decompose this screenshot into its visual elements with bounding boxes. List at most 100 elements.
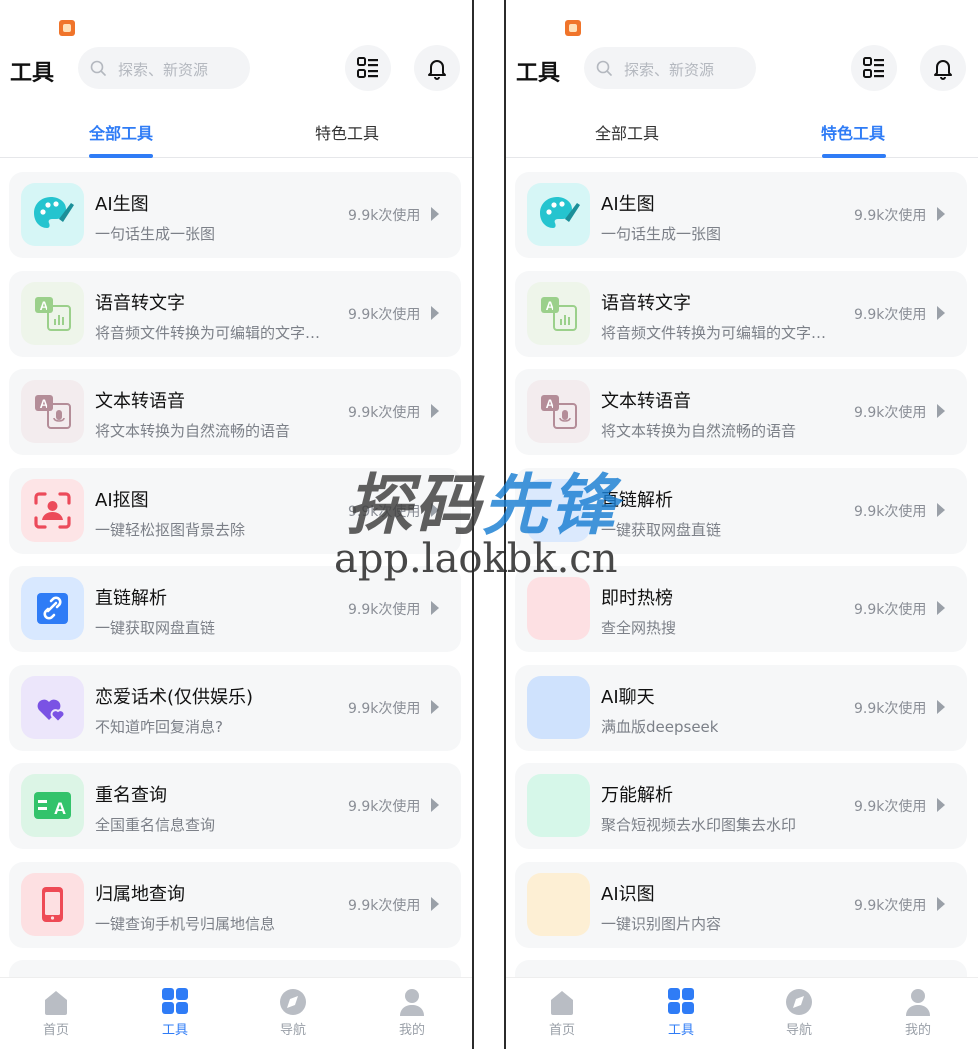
nav-item-tools-grid[interactable]: 工具	[641, 988, 721, 1038]
list-menu-icon	[357, 57, 378, 78]
search-icon	[596, 60, 612, 76]
tool-card[interactable]: A 重名查询 全国重名信息查询 9.9k次使用	[9, 763, 461, 849]
tool-card[interactable]: 直链解析 一键获取网盘直链 9.9k次使用	[9, 566, 461, 652]
tool-title: AI生图	[601, 194, 655, 215]
tool-card[interactable]: 恋爱话术(仅供娱乐) 不知道咋回复消息? 9.9k次使用	[9, 664, 461, 751]
play-arrow-icon	[937, 601, 945, 615]
notification-button[interactable]	[414, 45, 460, 91]
nav-item-user[interactable]: 我的	[372, 988, 452, 1038]
play-arrow-icon	[937, 305, 945, 320]
tools-grid-icon	[641, 988, 721, 1016]
nav-item-compass[interactable]: 导航	[759, 988, 839, 1038]
tab-bar: 全部工具 特色工具	[0, 108, 472, 158]
list-menu-icon	[863, 57, 884, 78]
tool-description: 将音频文件转换为可编辑的文字…	[95, 323, 321, 342]
text-to-speech-icon: A	[527, 380, 590, 443]
nav-item-compass[interactable]: 导航	[253, 988, 333, 1038]
speech-to-text-icon: A	[527, 281, 590, 345]
tool-title: 直链解析	[95, 588, 167, 609]
nav-label: 工具	[161, 1023, 188, 1038]
usage-count: 9.9k次使用	[854, 503, 927, 520]
screen-divider	[472, 0, 474, 1049]
nav-label: 导航	[785, 1023, 812, 1038]
tool-title: AI抠图	[95, 489, 149, 511]
tool-description: 一句话生成一张图	[95, 225, 216, 243]
nav-item-user[interactable]: 我的	[878, 988, 958, 1038]
notification-button[interactable]	[920, 45, 966, 91]
tool-description: 全国重名信息查询	[95, 816, 216, 834]
tool-description: 一键获取网盘直链	[95, 619, 216, 637]
user-icon	[878, 988, 958, 1016]
user-icon	[372, 988, 452, 1016]
tool-description: 将文本转换为自然流畅的语音	[95, 422, 291, 440]
tool-card[interactable]: 万能解析 聚合短视频去水印图集去水印 9.9k次使用	[515, 763, 967, 849]
notification-app-icon	[565, 20, 581, 36]
tool-card[interactable]: A 语音转文字 将音频文件转换为可编辑的文字… 9.9k次使用	[9, 270, 461, 357]
tool-card[interactable]: 直链解析 一键获取网盘直链 9.9k次使用	[515, 467, 967, 554]
nav-item-home[interactable]: 首页	[522, 988, 602, 1038]
search-icon	[90, 60, 106, 76]
header: 工具 探索、新资源	[0, 40, 472, 96]
usage-count: 9.9k次使用	[348, 208, 421, 224]
tool-description: 将文本转换为自然流畅的语音	[601, 422, 797, 440]
search-input[interactable]: 探索、新资源	[584, 47, 756, 89]
notification-app-icon	[59, 20, 75, 36]
tool-card[interactable]: AI生图 一句话生成一张图 9.9k次使用	[515, 172, 967, 258]
palette-icon	[527, 183, 590, 246]
play-arrow-icon	[937, 502, 945, 517]
menu-button[interactable]	[851, 45, 897, 91]
home-icon	[16, 988, 96, 1016]
tool-title: 直链解析	[601, 489, 673, 511]
nav-label: 首页	[42, 1023, 69, 1038]
tool-title: 文本转语音	[95, 391, 185, 412]
svg-text:A: A	[54, 799, 66, 818]
tool-card[interactable]: A 文本转语音 将文本转换为自然流畅的语音 9.9k次使用	[515, 369, 967, 455]
usage-count: 9.9k次使用	[854, 602, 927, 618]
tool-title: 重名查询	[95, 785, 167, 806]
play-arrow-icon	[431, 699, 439, 714]
nav-label: 首页	[548, 1023, 575, 1038]
search-input[interactable]: 探索、新资源	[78, 47, 250, 89]
tool-card[interactable]: AI生图 一句话生成一张图 9.9k次使用	[9, 172, 461, 258]
tool-card[interactable]: A 语音转文字 将音频文件转换为可编辑的文字… 9.9k次使用	[515, 270, 967, 357]
search-placeholder: 探索、新资源	[624, 61, 715, 79]
usage-count: 9.9k次使用	[348, 897, 421, 914]
play-arrow-icon	[431, 502, 439, 517]
usage-count: 9.9k次使用	[348, 799, 421, 815]
tool-description: 一句话生成一张图	[601, 225, 722, 243]
usage-count: 9.9k次使用	[348, 306, 421, 323]
tool-card[interactable]: 归属地查询 一键查询手机号归属地信息 9.9k次使用	[9, 861, 461, 948]
tool-card[interactable]: A 文本转语音 将文本转换为自然流畅的语音 9.9k次使用	[9, 369, 461, 455]
search-placeholder: 探索、新资源	[118, 61, 209, 79]
tool-card[interactable]: AI抠图 一键轻松抠图背景去除 9.9k次使用	[9, 467, 461, 554]
play-arrow-icon	[431, 601, 439, 615]
tool-card[interactable]: AI识图 一键识别图片内容 9.9k次使用	[515, 861, 967, 948]
name-query-icon: A	[21, 774, 84, 837]
play-arrow-icon	[431, 207, 439, 221]
tab-featured-tools[interactable]: 特色工具	[783, 120, 923, 144]
usage-count: 9.9k次使用	[348, 503, 421, 520]
usage-count: 9.9k次使用	[854, 208, 927, 224]
tab-all-tools[interactable]: 全部工具	[51, 120, 191, 144]
active-tab-indicator	[822, 154, 886, 158]
tool-title: 恋爱话术(仅供娱乐)	[95, 686, 254, 708]
tool-title: AI生图	[95, 194, 149, 215]
tool-description: 一键获取网盘直链	[601, 520, 722, 539]
blank-icon	[527, 774, 590, 837]
tool-card[interactable]: AI聊天 满血版deepseek 9.9k次使用	[515, 664, 967, 751]
menu-button[interactable]	[345, 45, 391, 91]
tab-all-tools[interactable]: 全部工具	[557, 120, 697, 144]
tab-featured-tools[interactable]: 特色工具	[277, 120, 417, 144]
usage-count: 9.9k次使用	[348, 405, 421, 421]
compass-icon	[253, 988, 333, 1016]
bottom-nav: 首页 工具 导航 我的	[0, 977, 472, 1049]
nav-item-home[interactable]: 首页	[16, 988, 96, 1038]
nav-item-tools-grid[interactable]: 工具	[135, 988, 215, 1038]
screen-featured-tools: 工具 探索、新资源 全部工具 特色工具 AI生图 一句话生成一张图 9.9k次使用…	[506, 0, 978, 1049]
screen-all-tools: 工具 探索、新资源 全部工具 特色工具 AI生图 一句话生成一张图 9.9k次使用…	[0, 0, 472, 1049]
usage-count: 9.9k次使用	[854, 306, 927, 323]
compass-icon	[759, 988, 839, 1016]
tool-description: 查全网热搜	[601, 619, 677, 637]
tab-bar: 全部工具 特色工具	[506, 108, 978, 158]
tool-card[interactable]: 即时热榜 查全网热搜 9.9k次使用	[515, 566, 967, 652]
